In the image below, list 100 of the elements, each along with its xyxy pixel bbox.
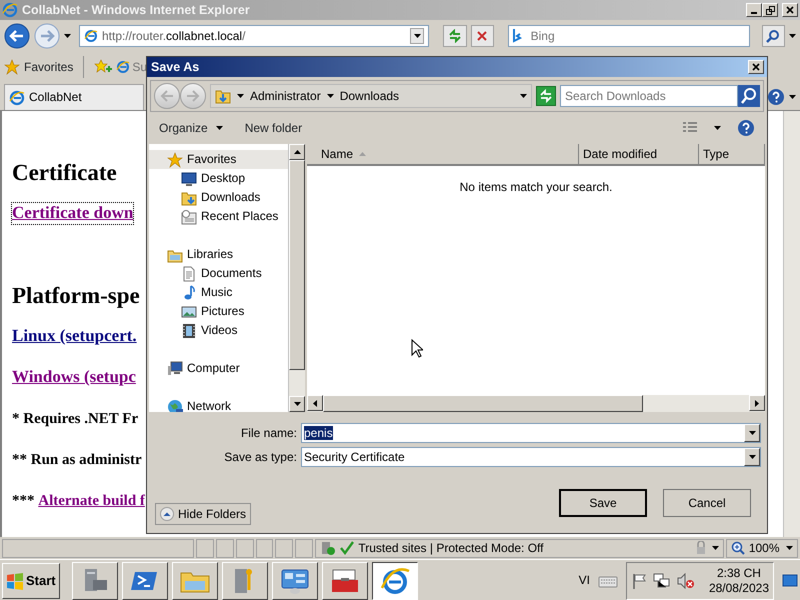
back-button-icon[interactable] — [4, 23, 30, 49]
caret-icon[interactable] — [216, 126, 223, 130]
browser-tab[interactable]: CollabNet — [4, 84, 144, 110]
view-caret-icon[interactable] — [714, 126, 721, 130]
tree-scrollbar[interactable] — [288, 144, 305, 412]
help-icon[interactable] — [737, 119, 755, 137]
navigation-item[interactable]: Music — [149, 283, 288, 302]
column-header[interactable]: Date modified — [579, 144, 699, 166]
navigation-item[interactable]: Videos — [149, 321, 288, 340]
window-title: CollabNet - Windows Internet Explorer — [22, 2, 250, 18]
refresh-button[interactable] — [443, 25, 467, 47]
history-caret-icon[interactable] — [64, 34, 71, 38]
column-header[interactable]: Type — [699, 144, 765, 166]
stop-icon — [477, 31, 488, 41]
toolbar-button[interactable]: New folder — [244, 119, 302, 137]
zoom-control[interactable]: 100% — [726, 538, 798, 558]
save-type-dropdown[interactable]: Security Certificate — [301, 447, 761, 467]
restore-icon — [766, 6, 774, 14]
film-icon — [181, 322, 197, 338]
forward-arrow-icon — [186, 90, 200, 102]
help-icon[interactable] — [767, 88, 785, 106]
back-arrow-icon — [160, 90, 174, 102]
search-field[interactable]: Bing — [508, 25, 750, 47]
page-heading: Certificate — [12, 158, 117, 186]
favorites-button[interactable]: Favorites — [4, 58, 74, 76]
status-panel — [216, 538, 234, 558]
zoom-caret-icon[interactable] — [786, 546, 793, 550]
breadcrumb-caret-icon[interactable] — [326, 94, 334, 98]
close-icon — [752, 63, 760, 71]
download-link[interactable]: Linux (setupcert. — [12, 326, 137, 347]
dialog-button[interactable]: Save — [559, 489, 647, 517]
address-field[interactable]: http://router.collabnet.local/ — [79, 25, 430, 47]
column-header[interactable]: Name — [307, 144, 579, 166]
security-zone-text: Trusted sites | Protected Mode: Off — [358, 540, 544, 556]
taskbar-button[interactable] — [372, 562, 418, 600]
scroll-right-icon[interactable] — [755, 400, 759, 406]
navigation-item[interactable]: Network — [149, 397, 288, 412]
language-indicator[interactable]: VI — [578, 573, 590, 588]
breadcrumb-item[interactable]: Administrator — [250, 88, 321, 104]
security-caret-icon[interactable] — [712, 546, 719, 550]
network-icon[interactable] — [652, 572, 671, 588]
search-options-caret-icon[interactable] — [789, 34, 796, 38]
scroll-up-icon[interactable] — [294, 150, 301, 154]
document-icon — [181, 266, 197, 282]
volume-muted-icon[interactable] — [676, 572, 695, 588]
file-name-field[interactable]: penis — [301, 423, 761, 443]
stop-button[interactable] — [470, 25, 494, 47]
browser-logo-icon — [9, 90, 25, 106]
clock-date[interactable]: 28/08/2023 — [708, 580, 769, 595]
search-icon[interactable] — [738, 85, 760, 107]
dialog-button[interactable]: Cancel — [663, 489, 751, 517]
navigation-item[interactable]: Libraries — [149, 245, 288, 264]
breadcrumb-caret-icon[interactable] — [237, 94, 244, 98]
flag-icon[interactable] — [630, 572, 647, 588]
mouse-pointer-icon — [411, 339, 423, 358]
browser-logo-icon — [2, 2, 18, 18]
globe-icon — [167, 398, 183, 412]
field-label: Save as type: — [223, 450, 297, 464]
download-link[interactable]: Certificate down — [12, 203, 134, 224]
clock-time[interactable]: 2:38 CH — [716, 566, 761, 580]
downloads-folder-icon — [215, 88, 231, 104]
search-field[interactable]: Search Downloads — [560, 85, 738, 107]
url-text: http://router.collabnet.local/ — [102, 28, 246, 44]
breadcrumb-bar[interactable]: Administrator Downloads — [210, 84, 532, 108]
restore-button[interactable] — [762, 3, 778, 17]
dialog-title: Save As — [151, 60, 200, 74]
caret-icon[interactable] — [414, 34, 421, 38]
alternate-build-link[interactable]: Alternate build f — [38, 492, 145, 510]
search-button[interactable] — [762, 25, 785, 47]
close-button[interactable] — [782, 3, 798, 17]
scroll-left-icon[interactable] — [313, 400, 317, 406]
start-button[interactable]: Start — [2, 562, 60, 598]
browser-icon — [379, 566, 411, 596]
navigation-item[interactable]: Downloads — [149, 188, 288, 207]
refresh-icon[interactable] — [536, 86, 556, 106]
view-options-icon[interactable] — [682, 122, 698, 134]
help-caret-icon[interactable] — [789, 95, 796, 99]
status-panel — [196, 538, 214, 558]
download-link[interactable]: Windows (setupc — [12, 367, 136, 388]
navigation-item[interactable]: Documents — [149, 264, 288, 283]
page-scrollbar[interactable] — [783, 111, 800, 537]
refresh-icon — [448, 29, 462, 43]
navigation-item[interactable]: Pictures — [149, 302, 288, 321]
address-caret-icon[interactable] — [520, 94, 527, 98]
status-panel — [256, 538, 274, 558]
navigation-item[interactable]: Desktop — [149, 169, 288, 188]
toolbar-button[interactable]: Organize — [159, 119, 223, 137]
navigation-item[interactable]: Favorites — [149, 150, 288, 169]
navigation-item[interactable]: Computer — [149, 359, 288, 378]
dialog-close-button[interactable] — [748, 60, 764, 74]
scroll-down-icon[interactable] — [294, 402, 301, 406]
show-desktop-icon[interactable] — [782, 572, 798, 588]
list-scrollbar[interactable] — [307, 395, 765, 412]
dropdown-caret-icon[interactable] — [748, 431, 756, 435]
dropdown-caret-icon[interactable] — [748, 455, 756, 459]
hide-folders-button[interactable]: Hide Folders — [155, 503, 252, 525]
note-text: * Requires .NET Fr — [12, 410, 138, 428]
breadcrumb-item[interactable]: Downloads — [340, 88, 400, 104]
navigation-item[interactable]: Recent Places — [149, 207, 288, 226]
minimize-button[interactable] — [746, 3, 762, 17]
